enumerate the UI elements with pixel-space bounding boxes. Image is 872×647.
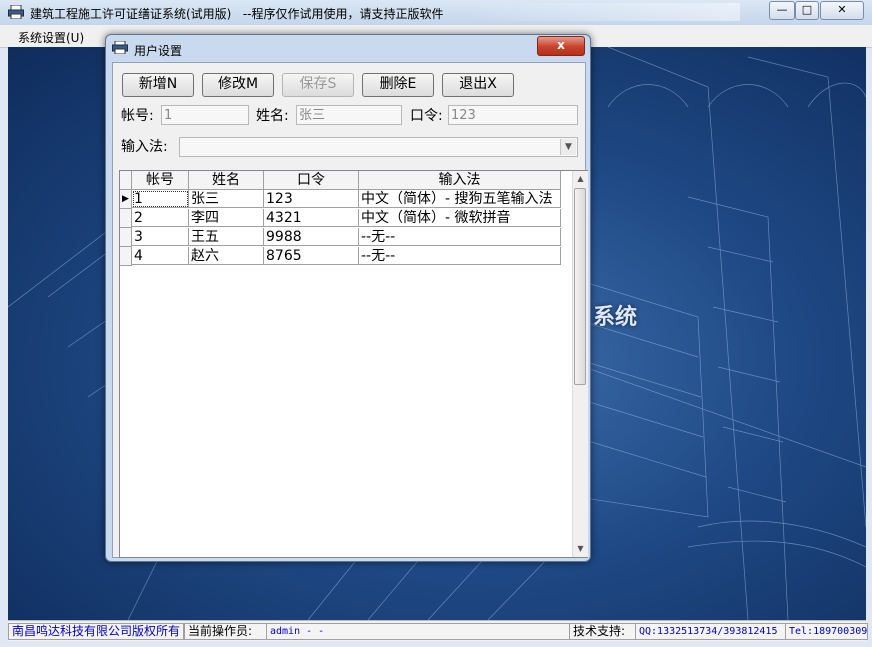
table-cell[interactable]: 4321 [264,209,359,227]
ime-select[interactable]: ▼ [179,137,578,157]
dialog-close-button[interactable]: x [537,36,585,56]
table-cell[interactable]: 赵六 [189,247,264,265]
menu-system-settings[interactable]: 系统设置(U) [18,29,84,46]
app-title: 建筑工程施工许可证缮证系统(试用版) --程序仅作试用使用，请支持正版软件 [30,5,444,22]
status-support-label: 技术支持: [569,623,639,640]
add-button[interactable]: 新增N [122,73,194,97]
minimize-button[interactable]: — [769,1,795,20]
password-label: 口令: [410,108,443,124]
grid-corner [120,171,132,190]
table-cell[interactable]: 8765 [264,247,359,265]
chevron-down-icon[interactable]: ▼ [560,139,576,155]
main-title-bar: 建筑工程施工许可证缮证系统(试用版) --程序仅作试用使用，请支持正版软件 — … [0,0,872,26]
maximize-button[interactable]: □ [795,1,819,20]
row-header[interactable] [120,228,132,247]
ime-label: 输入法: [121,139,168,155]
dialog-title: 用户设置 [134,44,183,58]
users-grid: 帐号 姓名 口令 输入法 ▶ 1 张三 123 中文（简体）- 搜狗五笔输入法 … [119,170,588,558]
status-operator-value: admin - - [266,623,570,640]
exit-button[interactable]: 退出X [442,73,514,97]
account-label: 帐号: [121,108,154,124]
row-marker-icon[interactable]: ▶ [120,190,132,209]
account-field[interactable]: 1 [161,105,249,125]
edit-button[interactable]: 修改M [202,73,274,97]
grid-vertical-scrollbar[interactable]: ▲ ▼ [572,171,588,557]
close-app-button[interactable]: ✕ [820,1,864,20]
status-copyright: 南昌鸣达科技有限公司版权所有 [8,623,184,640]
status-qq: QQ:1332513734/393812415 [635,623,789,640]
row-header[interactable] [120,209,132,228]
title-bar-ghost [470,3,740,21]
status-bar: 南昌鸣达科技有限公司版权所有 当前操作员: admin - - 技术支持: QQ… [8,620,868,641]
status-tel: Tel:18970030939 [785,623,868,640]
table-cell[interactable]: 王五 [189,228,264,246]
table-cell[interactable]: 1 [132,190,189,208]
delete-button[interactable]: 删除E [362,73,434,97]
app-title-text: 建筑工程施工许可证缮证系统(试用版) [30,7,232,21]
name-field[interactable]: 张三 [296,105,402,125]
save-button[interactable]: 保存S [282,73,354,97]
background-banner-text: 系统 [593,305,638,330]
table-cell[interactable]: 4 [132,247,189,265]
scroll-down-icon[interactable]: ▼ [573,541,588,556]
scroll-up-icon[interactable]: ▲ [573,171,588,186]
row-header[interactable] [120,247,132,266]
column-header-account[interactable]: 帐号 [132,171,189,190]
column-header-password[interactable]: 口令 [264,171,359,190]
table-cell[interactable]: --无-- [359,228,561,246]
dialog-title-bar[interactable]: 用户设置 x [106,35,590,61]
table-cell[interactable]: 中文（简体）- 搜狗五笔输入法 [359,190,561,208]
table-cell[interactable]: --无-- [359,247,561,265]
trial-notice: --程序仅作试用使用，请支持正版软件 [242,7,444,21]
table-cell[interactable]: 3 [132,228,189,246]
dialog-body: 新增N 修改M 保存S 删除E 退出X 帐号: 1 姓名: 张三 口令: 123… [112,62,588,558]
table-cell[interactable]: 123 [264,190,359,208]
table-cell[interactable]: 张三 [189,190,264,208]
status-operator-label: 当前操作员: [184,623,270,640]
dialog-printer-icon [112,41,128,54]
table-cell[interactable]: 李四 [189,209,264,227]
column-header-name[interactable]: 姓名 [189,171,264,190]
name-label: 姓名: [256,108,289,124]
scroll-thumb[interactable] [574,188,586,385]
table-cell[interactable]: 中文（简体）- 微软拼音 [359,209,561,227]
table-cell[interactable]: 9988 [264,228,359,246]
password-field[interactable]: 123 [448,105,578,125]
app-printer-icon [8,5,24,19]
column-header-ime[interactable]: 输入法 [359,171,561,190]
user-settings-dialog: 用户设置 x 新增N 修改M 保存S 删除E 退出X 帐号: 1 姓名: 张三 … [105,34,591,562]
table-cell[interactable]: 2 [132,209,189,227]
